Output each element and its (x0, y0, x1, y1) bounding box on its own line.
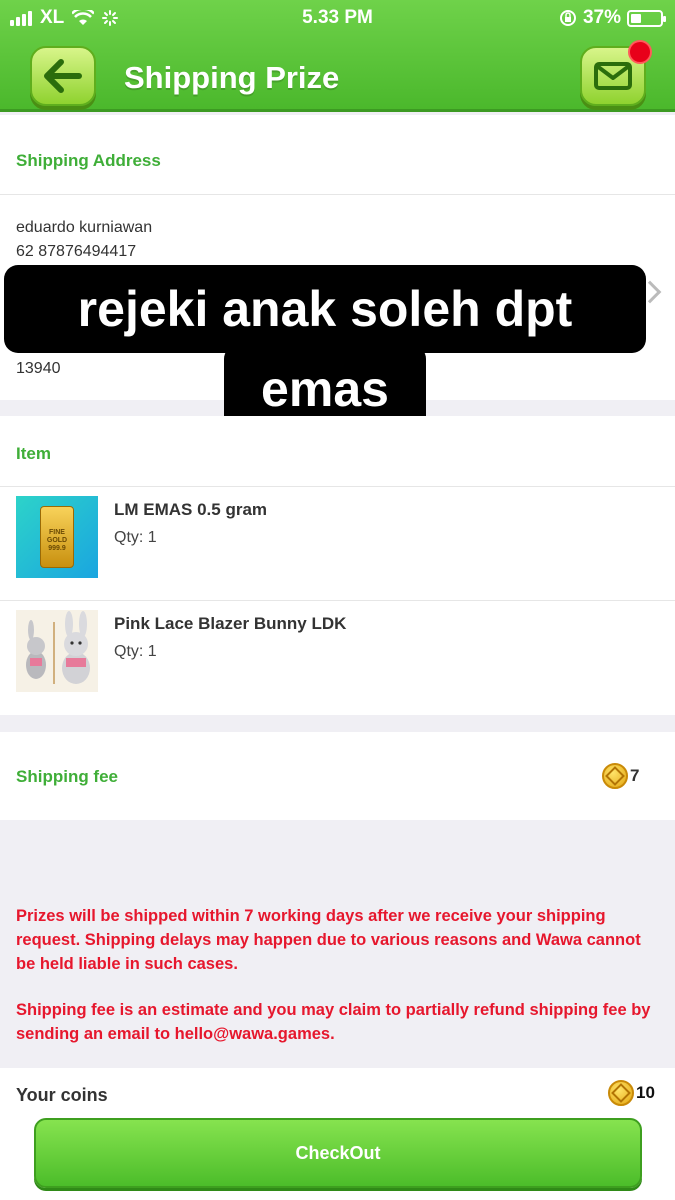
status-bar: XL 5.33 PM 37% (0, 0, 675, 36)
coins-amount: 10 (608, 1080, 655, 1106)
item-section-header: Item (0, 416, 675, 486)
item-name: Pink Lace Blazer Bunny LDK (114, 614, 347, 633)
refund-notice: Shipping fee is an estimate and you may … (16, 1001, 651, 1043)
coin-icon (608, 1080, 634, 1106)
shipping-fee-label: Shipping fee (16, 767, 118, 786)
shipping-fee-amount: 7 (602, 763, 639, 789)
item-section-title: Item (16, 444, 51, 463)
item-qty: Qty: 1 (114, 643, 157, 660)
your-coins-label: Your coins (16, 1085, 108, 1105)
recipient-phone: 62 87876494417 (16, 243, 137, 260)
shipping-notice: Prizes will be shipped within 7 working … (16, 907, 641, 973)
caption-overlay-line1: rejeki anak soleh dpt (4, 265, 646, 353)
notification-badge (628, 40, 652, 64)
orientation-lock-icon (559, 10, 576, 26)
gold-bar-image: FINE GOLD 999.9 (40, 506, 74, 568)
back-arrow-icon (44, 59, 82, 93)
recipient-name: eduardo kurniawan (16, 219, 153, 236)
bunny-plush-thumbnail (16, 610, 98, 692)
status-right: 37% (559, 7, 666, 29)
postal-code: 13940 (16, 360, 61, 377)
app-header: XL 5.33 PM 37% Shipping Prize (0, 0, 675, 112)
list-item[interactable]: FINE GOLD 999.9 LM EMAS 0.5 gram Qty: 1 (0, 487, 675, 601)
page-title: Shipping Prize (124, 60, 340, 95)
coins-value: 10 (636, 1083, 655, 1102)
back-button[interactable] (30, 46, 96, 106)
gold-bar-text: FINE GOLD 999.9 (46, 529, 68, 552)
item-qty: Qty: 1 (114, 529, 157, 546)
coin-icon (602, 763, 628, 789)
battery-level (631, 13, 641, 23)
list-item[interactable]: Pink Lace Blazer Bunny LDK Qty: 1 (0, 601, 675, 715)
shipping-fee-row: Shipping fee 7 (0, 732, 675, 820)
shipping-address-title: Shipping Address (16, 151, 161, 170)
shipping-fee-value: 7 (630, 766, 640, 785)
battery-percent: 37% (582, 7, 621, 28)
bunny-plush-image (26, 611, 90, 684)
item-name: LM EMAS 0.5 gram (114, 500, 268, 519)
screen: XL 5.33 PM 37% Shipping Prize Shipping A… (0, 0, 675, 1200)
gold-bar-thumbnail: FINE GOLD 999.9 (16, 496, 98, 578)
checkout-button[interactable]: CheckOut (34, 1118, 642, 1188)
mail-icon (594, 62, 632, 90)
battery-icon (627, 9, 666, 27)
divider (0, 194, 675, 195)
